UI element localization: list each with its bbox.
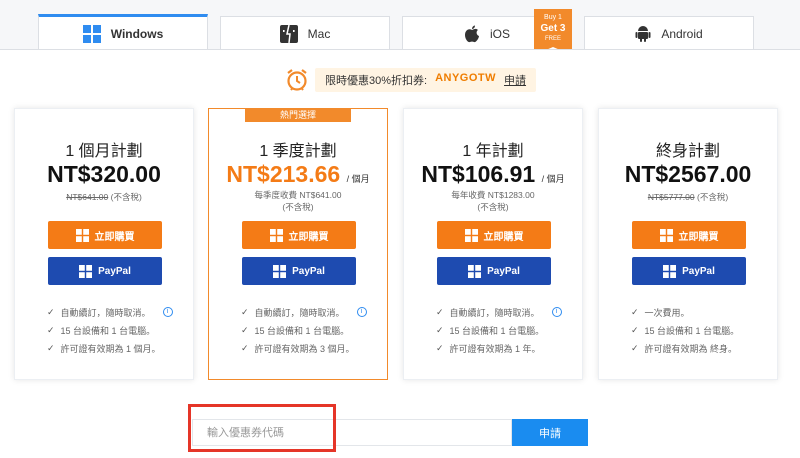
feature-list: ✓ 自動續訂，隨時取消。 i ✓ 15 台設備和 1 台電腦。 ✓ 許可證有效期為 3 … — [241, 303, 367, 357]
check-icon: ✓ — [47, 306, 55, 317]
buy-now-button[interactable]: 立即購買 — [242, 221, 356, 249]
plan-card-monthly: 1 個月計劃 NT$320.00 NT$641.00 (不含稅) 立即購買 Pa… — [14, 108, 194, 380]
windows-icon — [79, 264, 93, 278]
promo-apply-link[interactable]: 申請 — [504, 72, 526, 88]
plan-card-quarterly: 熱門選擇 1 季度計劃 NT$213.66 / 個月 每季度收費 NT$641.… — [208, 108, 388, 380]
info-icon[interactable]: i — [551, 307, 562, 317]
feature-item: ✓ 15 台設備和 1 台電腦。 — [436, 324, 545, 336]
windows-icon — [464, 228, 478, 242]
check-icon: ✓ — [631, 324, 639, 335]
feature-item: ✓ 許可證有效期為 3 個月。 — [241, 342, 355, 354]
plan-name: 終身計劃 — [655, 143, 720, 160]
feature-list: ✓ 自動續訂，隨時取消。 i ✓ 15 台設備和 1 台電腦。 ✓ 許可證有效期為 1 … — [436, 303, 562, 357]
check-icon: ✓ — [47, 342, 55, 353]
tab-label: Windows — [110, 26, 164, 41]
promo-text: 限時優惠30%折扣券: — [325, 75, 428, 87]
tab-android[interactable]: Android — [584, 16, 754, 50]
finder-icon — [279, 24, 298, 43]
windows-icon — [82, 24, 101, 43]
feature-item: ✓ 15 台設備和 1 台電腦。 — [47, 324, 156, 336]
plan-price: NT$106.91 / 個月 — [421, 161, 565, 187]
feature-item: ✓ 15 台設備和 1 台電腦。 — [241, 324, 350, 336]
badge-line2: Get 3 — [540, 23, 565, 34]
promo-code: ANYGOTW — [435, 72, 497, 84]
tab-label: iOS — [489, 26, 510, 41]
feature-item: ✓ 一次費用。 — [631, 306, 690, 318]
windows-icon — [659, 228, 673, 242]
check-icon: ✓ — [241, 342, 249, 353]
check-icon: ✓ — [631, 342, 639, 353]
plan-original-price: NT$5777.00 (不含稅) — [647, 192, 729, 202]
plan-billing-note: 每年收費 NT$1283.00 (不含稅) — [451, 190, 535, 212]
android-icon — [635, 25, 651, 42]
plan-price: NT$213.66 / 個月 — [226, 161, 370, 187]
tab-label: Mac — [307, 26, 331, 41]
plan-card-yearly: 1 年計劃 NT$106.91 / 個月 每年收費 NT$1283.00 (不含稅… — [403, 108, 583, 380]
tab-mac[interactable]: Mac — [220, 16, 390, 50]
check-icon: ✓ — [436, 324, 444, 335]
plan-name: 1 年計劃 — [462, 143, 524, 160]
info-icon[interactable]: i — [356, 307, 367, 317]
feature-item: ✓ 自動續訂，隨時取消。 i — [436, 303, 562, 321]
paypal-button[interactable]: PayPal — [48, 257, 162, 285]
check-icon: ✓ — [436, 306, 444, 317]
check-icon: ✓ — [241, 324, 249, 335]
feature-item: ✓ 自動續訂，隨時取消。 i — [241, 303, 367, 321]
feature-list: ✓ 自動續訂，隨時取消。 i ✓ 15 台設備和 1 台電腦。 ✓ 許可證有效期為 1 … — [47, 303, 173, 357]
coupon-highlight-box — [188, 404, 336, 452]
tab-label: Android — [661, 26, 703, 41]
plan-price: NT$2567.00 — [624, 161, 752, 187]
plan-billing-note: 每季度收費 NT$641.00 (不含稅) — [254, 190, 342, 212]
windows-icon — [468, 264, 482, 278]
promo-banner: 限時優惠30%折扣券: ANYGOTW 申請 — [285, 66, 537, 94]
feature-item: ✓ 許可證有效期為 1 個月。 — [47, 342, 161, 354]
windows-icon — [273, 264, 287, 278]
apply-coupon-button[interactable]: 申請 — [512, 419, 588, 446]
feature-item: ✓ 許可證有效期為 終身。 — [631, 342, 738, 354]
windows-icon — [75, 228, 89, 242]
check-icon: ✓ — [631, 306, 639, 317]
buy-now-button[interactable]: 立即購買 — [437, 221, 551, 249]
plan-card-lifetime: 終身計劃 NT$2567.00 NT$5777.00 (不含稅) 立即購買 Pa… — [598, 108, 778, 380]
plan-name: 1 個月計劃 — [65, 143, 143, 160]
paypal-button[interactable]: PayPal — [242, 257, 356, 285]
plan-original-price: NT$641.00 (不含稅) — [66, 192, 142, 202]
feature-item: ✓ 15 台設備和 1 台電腦。 — [631, 324, 740, 336]
alarm-clock-icon — [287, 69, 307, 91]
buy-now-button[interactable]: 立即購買 — [48, 221, 162, 249]
apple-icon — [464, 25, 479, 42]
buy-now-button[interactable]: 立即購買 — [632, 221, 746, 249]
badge-line3: FREE — [545, 36, 561, 42]
paypal-button[interactable]: PayPal — [437, 257, 551, 285]
popular-badge: 熱門選擇 — [245, 109, 351, 122]
plan-price: NT$320.00 — [47, 161, 161, 187]
feature-item: ✓ 許可證有效期為 1 年。 — [436, 342, 541, 354]
paypal-button[interactable]: PayPal — [632, 257, 746, 285]
check-icon: ✓ — [47, 324, 55, 335]
platform-tabs: Windows Mac iOS Android Buy 1 Get 3 FREE — [0, 0, 800, 55]
feature-item: ✓ 自動續訂，隨時取消。 i — [47, 303, 173, 321]
feature-list: ✓ 一次費用。 ✓ 15 台設備和 1 台電腦。 ✓ 許可證有效期為 終身。 — [631, 303, 739, 357]
badge-line1: Buy 1 — [544, 14, 562, 21]
check-icon: ✓ — [241, 306, 249, 317]
windows-icon — [663, 264, 677, 278]
tab-windows[interactable]: Windows — [38, 14, 208, 50]
info-icon[interactable]: i — [162, 307, 173, 317]
check-icon: ✓ — [436, 342, 444, 353]
windows-icon — [269, 228, 283, 242]
plan-name: 1 季度計劃 — [259, 143, 337, 160]
